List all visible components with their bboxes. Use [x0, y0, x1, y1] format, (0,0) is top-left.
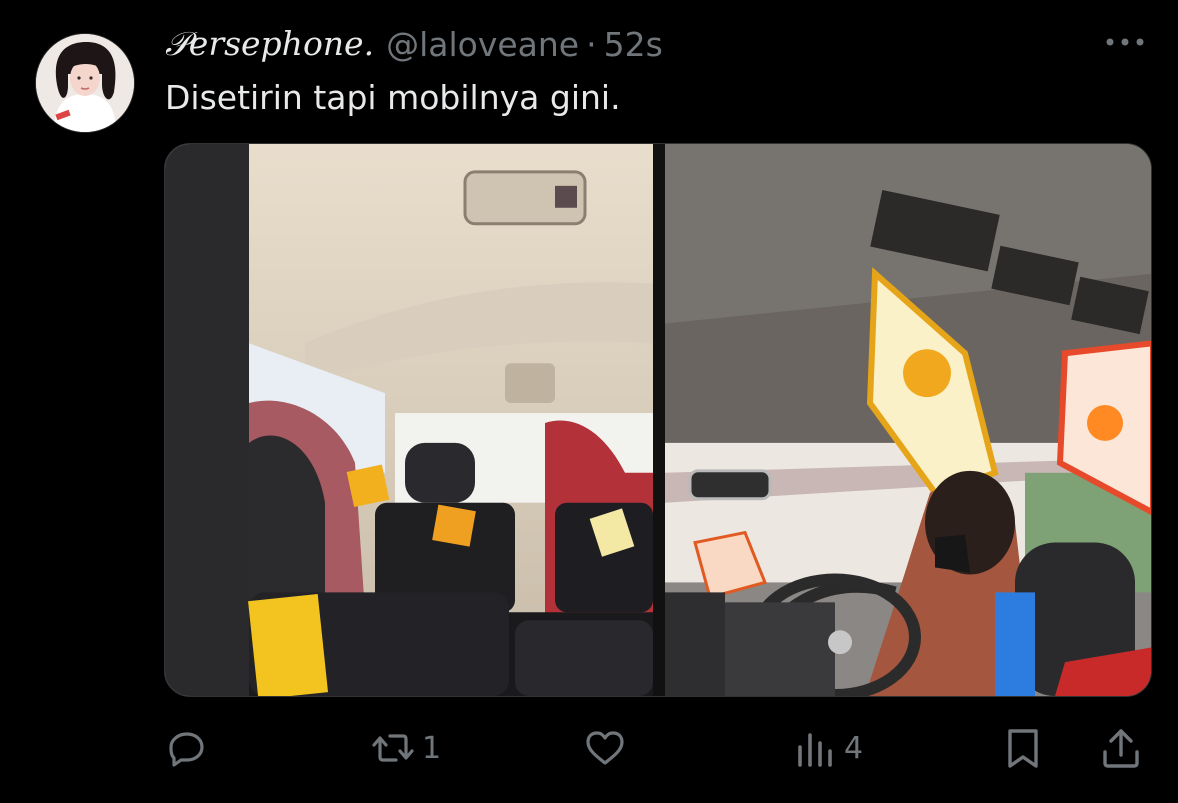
photo-car-interior-rear[interactable]	[165, 144, 653, 696]
photo-car-driver[interactable]	[665, 144, 1151, 696]
reply-button[interactable]	[164, 720, 216, 776]
share-icon	[1103, 729, 1139, 768]
media-grid[interactable]	[164, 143, 1152, 697]
tweet-text: Disetirin tapi mobilnya gini.	[165, 78, 621, 117]
bookmark-icon	[1008, 729, 1038, 768]
bookmark-button[interactable]	[1000, 720, 1046, 776]
avatar-image	[36, 34, 134, 132]
user-handle[interactable]: @laloveane	[386, 25, 579, 64]
display-name[interactable]: 𝒫ersephone.	[165, 24, 374, 64]
avatar[interactable]	[35, 33, 135, 133]
reply-icon	[169, 732, 204, 767]
separator-dot: ·	[586, 24, 597, 64]
retweet-icon	[372, 734, 414, 762]
tweet-header: 𝒫ersephone. @laloveane · 52s	[165, 24, 663, 64]
more-options-button[interactable]	[1100, 28, 1150, 56]
timestamp[interactable]: 52s	[604, 25, 663, 64]
car-interior-rear-image	[165, 144, 653, 696]
action-bar: 1 4	[0, 720, 1178, 776]
retweet-count: 1	[422, 730, 442, 766]
car-driver-image	[665, 144, 1151, 696]
like-icon	[586, 731, 624, 765]
views-icon	[798, 733, 832, 767]
share-button[interactable]	[1098, 720, 1144, 776]
views-count: 4	[844, 730, 864, 766]
retweet-button[interactable]: 1	[370, 720, 441, 776]
views-button[interactable]: 4	[792, 720, 863, 776]
like-button[interactable]	[582, 720, 634, 776]
more-icon	[1106, 38, 1144, 46]
